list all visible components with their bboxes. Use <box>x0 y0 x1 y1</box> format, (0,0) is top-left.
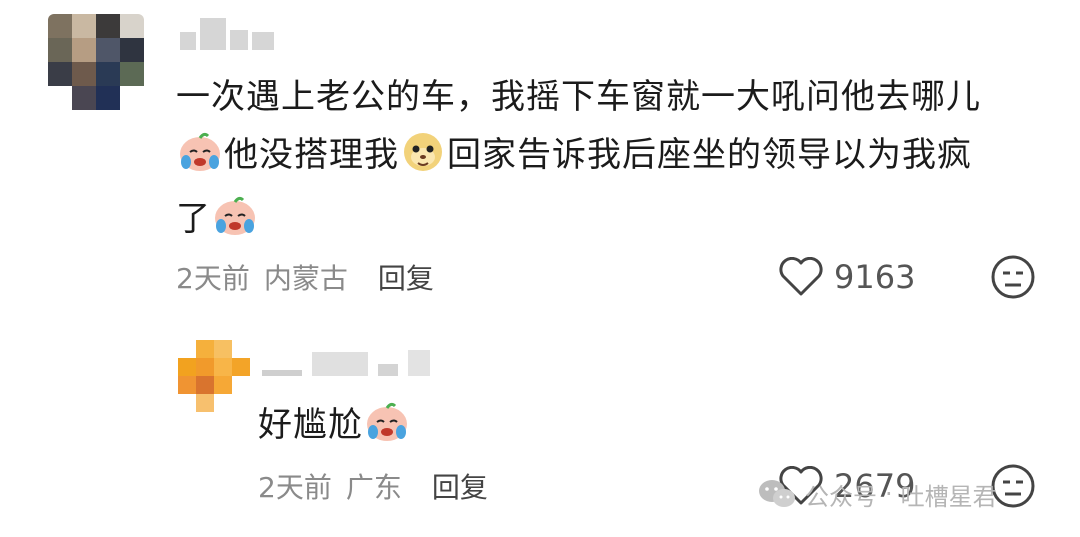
comment-location: 广东 <box>345 471 402 504</box>
neutral-face-icon[interactable] <box>990 254 1036 304</box>
comment-text: 好尴尬 <box>258 396 411 460</box>
like-count: 9163 <box>834 258 916 296</box>
neutral-face-icon[interactable] <box>990 463 1036 513</box>
watermark-prefix: 公众号 <box>805 482 877 511</box>
comment-meta: 2天前 内蒙古 回复 <box>176 255 434 299</box>
watermark-dot: · <box>885 480 893 508</box>
crying-face-emoji <box>178 130 222 190</box>
like-button[interactable]: 9163 <box>778 253 915 301</box>
comment-meta: 2天前 广东 回复 <box>258 464 488 508</box>
monkey-face-emoji <box>401 130 445 190</box>
comment-text-part: 他没搭理我 <box>224 135 399 175</box>
comment-text: 一次遇上老公的车，我摇下车窗就一大吼问他去哪儿 他没搭理我 回家告诉我后座坐的领… <box>176 68 1056 254</box>
watermark: 公众号 · 吐槽星君 <box>757 476 997 512</box>
watermark-account: 吐槽星君 <box>900 482 997 511</box>
wechat-icon <box>759 480 795 507</box>
comment-text-part: 好尴尬 <box>258 405 363 445</box>
username-blurred[interactable] <box>262 350 430 376</box>
username-blurred[interactable] <box>180 18 274 50</box>
crying-face-emoji <box>213 194 257 254</box>
comment-time: 2天前 <box>258 471 332 504</box>
heart-icon <box>779 257 823 296</box>
avatar[interactable] <box>178 340 250 412</box>
comment-time: 2天前 <box>176 262 250 295</box>
reply-button[interactable]: 回复 <box>432 466 488 506</box>
crying-face-emoji <box>365 400 409 460</box>
comment-text-part: 回家告诉我后座坐的领导以为我疯 <box>447 135 972 175</box>
comment-text-part: 了 <box>176 199 211 239</box>
avatar[interactable] <box>48 14 144 110</box>
comment-location: 内蒙古 <box>263 262 348 295</box>
reply-button[interactable]: 回复 <box>378 257 434 297</box>
comment-text-part: 一次遇上老公的车，我摇下车窗就一大吼问他去哪儿 <box>176 77 981 117</box>
